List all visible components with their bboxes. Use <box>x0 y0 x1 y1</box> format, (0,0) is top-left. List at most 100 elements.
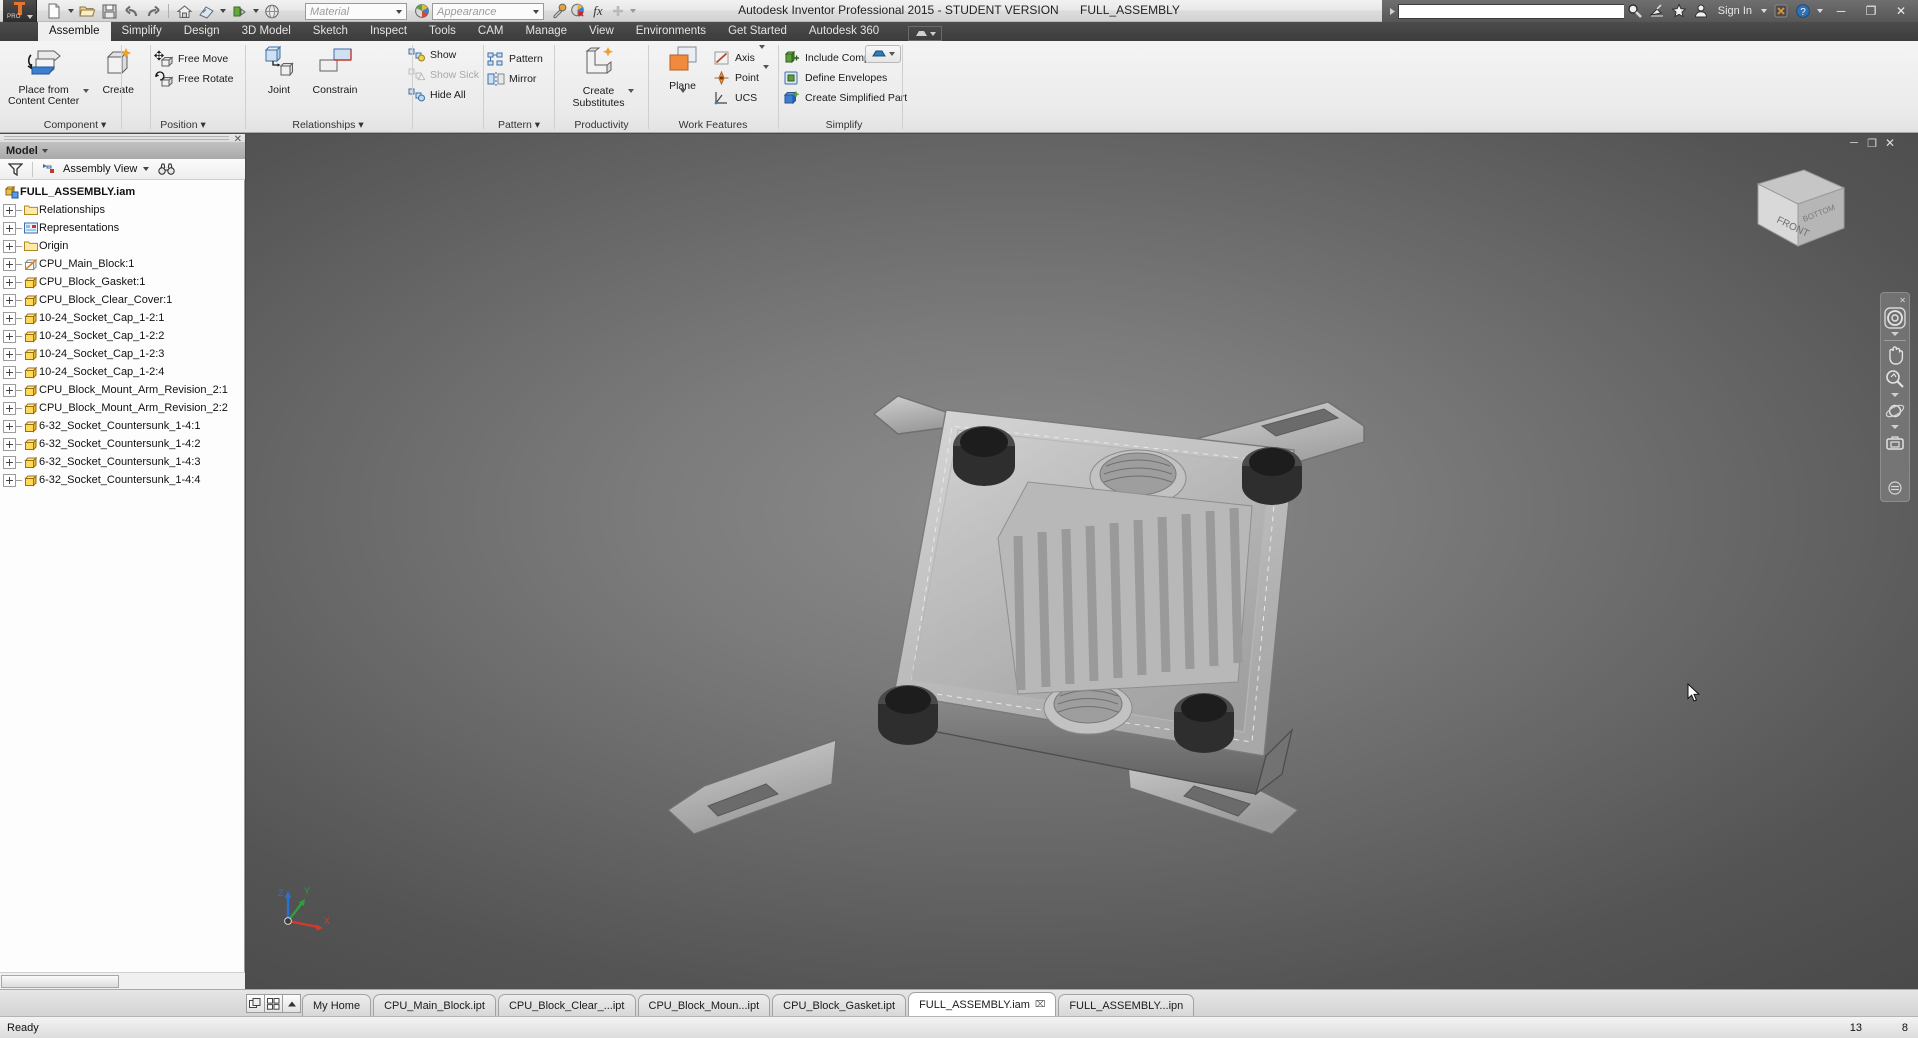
window-minimize-button[interactable]: ─ <box>1826 1 1856 21</box>
grid-windows-icon[interactable] <box>264 994 283 1013</box>
view-cube[interactable]: FRONT BOTTOM <box>1746 162 1856 257</box>
tree-node[interactable]: 6-32_Socket_Countersunk_1-4:2 <box>0 435 245 453</box>
place-from-content-center-button[interactable]: Place from Content Center <box>4 43 83 107</box>
cpu-water-block-model[interactable] <box>246 134 1918 989</box>
look-at-camera-icon[interactable] <box>1882 432 1908 454</box>
doc-tab-full-assembly-iam[interactable]: FULL_ASSEMBLY.iam ⌧ <box>908 992 1056 1016</box>
satellite-dish-icon[interactable] <box>1646 0 1668 22</box>
assembly-view-icon[interactable] <box>39 162 57 176</box>
tab-design[interactable]: Design <box>173 22 231 41</box>
redo-arrow-icon[interactable] <box>143 2 163 20</box>
fx-parameters-icon[interactable]: fx <box>588 2 608 20</box>
material-swatch-icon[interactable] <box>412 2 432 20</box>
ribbon-display-options-button[interactable] <box>908 26 942 41</box>
material-dropdown-icon[interactable] <box>392 4 406 19</box>
tree-expand-icon[interactable] <box>3 330 16 343</box>
application-menu-button[interactable]: PRO <box>3 0 37 22</box>
tree-node[interactable]: 6-32_Socket_Countersunk_1-4:4 <box>0 471 245 489</box>
appearance-clear-icon[interactable] <box>568 2 588 20</box>
panel-title-simplify[interactable]: Simplify <box>780 119 908 133</box>
tree-expand-icon[interactable] <box>3 420 16 433</box>
tree-expand-icon[interactable] <box>3 474 16 487</box>
create-component-button[interactable]: Create <box>91 43 145 96</box>
scroll-up-icon[interactable] <box>282 994 301 1013</box>
new-file-dropdown-icon[interactable] <box>66 2 75 20</box>
folder-open-icon[interactable] <box>77 2 97 20</box>
tab-cam[interactable]: CAM <box>467 22 515 41</box>
appearance-eyedropper-icon[interactable] <box>549 2 569 20</box>
doc-tab-my-home[interactable]: My Home <box>302 994 371 1016</box>
free-move-button[interactable]: Free Move <box>151 49 236 69</box>
tree-node[interactable]: CPU_Block_Gasket:1 <box>0 273 245 291</box>
define-envelopes-button[interactable]: Define Envelopes <box>780 68 910 88</box>
tab-view[interactable]: View <box>578 22 625 41</box>
zoom-magnifier-icon[interactable] <box>1882 368 1908 390</box>
create-substitutes-button[interactable]: Create Substitutes <box>569 43 629 109</box>
point-button[interactable]: Point <box>710 68 772 88</box>
tree-expand-icon[interactable] <box>3 456 16 469</box>
help-icon[interactable]: ? <box>1792 0 1814 22</box>
browser-view-mode[interactable]: Assembly View <box>63 163 137 175</box>
return-icon[interactable] <box>196 2 216 20</box>
scrollbar-thumb[interactable] <box>1 975 119 988</box>
panel-title-pattern[interactable]: Pattern ▾ <box>484 119 554 133</box>
doc-tab-close-icon[interactable]: ⌧ <box>1035 999 1045 1010</box>
panel-title-component[interactable]: Component ▾ <box>0 119 150 133</box>
tree-node[interactable]: 10-24_Socket_Cap_1-2:3 <box>0 345 245 363</box>
tree-expand-icon[interactable] <box>3 438 16 451</box>
material-combo[interactable]: Material <box>305 3 407 20</box>
hide-all-button[interactable]: Hide All <box>405 85 482 105</box>
tree-node[interactable]: 10-24_Socket_Cap_1-2:4 <box>0 363 245 381</box>
tree-node[interactable]: CPU_Block_Clear_Cover:1 <box>0 291 245 309</box>
tree-node[interactable]: 10-24_Socket_Cap_1-2:1 <box>0 309 245 327</box>
doc-tab-cpu-main-block[interactable]: CPU_Main_Block.ipt <box>373 994 496 1016</box>
tree-expand-icon[interactable] <box>3 240 16 253</box>
tab-tools[interactable]: Tools <box>418 22 467 41</box>
window-restore-button[interactable]: ❐ <box>1856 1 1886 21</box>
tab-autodesk-360[interactable]: Autodesk 360 <box>798 22 890 41</box>
navbar-menu-icon[interactable] <box>1882 477 1908 499</box>
doc-tab-cpu-block-mount[interactable]: CPU_Block_Moun...ipt <box>638 994 771 1016</box>
tree-node-root[interactable]: FULL_ASSEMBLY.iam <box>0 183 245 201</box>
tree-node[interactable]: Relationships <box>0 201 245 219</box>
zoom-dropdown-icon[interactable] <box>1891 393 1899 397</box>
window-close-button[interactable]: ✕ <box>1886 1 1916 21</box>
tree-expand-icon[interactable] <box>3 294 16 307</box>
filter-funnel-icon[interactable] <box>4 162 26 176</box>
help-dropdown-icon[interactable] <box>1814 0 1826 22</box>
pattern-button[interactable]: Pattern <box>484 49 546 69</box>
browser-header[interactable]: Model <box>0 143 245 159</box>
autodesk-exchange-icon[interactable] <box>1770 0 1792 22</box>
mirror-button[interactable]: Mirror <box>484 69 546 89</box>
search-icon[interactable] <box>1624 0 1646 22</box>
floppy-disk-icon[interactable] <box>99 2 119 20</box>
browser-view-caret-icon[interactable] <box>143 167 149 171</box>
tab-assemble[interactable]: Assemble <box>38 22 111 41</box>
panel-title-work-features[interactable]: Work Features <box>648 119 778 133</box>
panel-title-relationships[interactable]: Relationships ▾ <box>248 119 408 133</box>
star-icon[interactable] <box>1668 0 1690 22</box>
search-expand-icon[interactable] <box>1386 1 1398 21</box>
ucs-button[interactable]: UCS <box>710 88 772 108</box>
tree-expand-icon[interactable] <box>3 258 16 271</box>
create-simplified-part-button[interactable]: Create Simplified Part <box>780 88 910 108</box>
tree-expand-icon[interactable] <box>3 348 16 361</box>
simplify-overflow-button[interactable] <box>865 45 901 63</box>
binoculars-icon[interactable] <box>155 162 177 176</box>
navbar-close-icon[interactable]: ✕ <box>1899 296 1906 305</box>
appearance-combo[interactable]: Appearance <box>432 3 544 20</box>
orbit-dropdown-icon[interactable] <box>1891 425 1899 429</box>
tree-node[interactable]: Representations <box>0 219 245 237</box>
free-rotate-button[interactable]: Free Rotate <box>151 69 236 89</box>
tree-expand-icon[interactable] <box>3 384 16 397</box>
tree-node[interactable]: 10-24_Socket_Cap_1-2:2 <box>0 327 245 345</box>
doc-tab-cpu-block-gasket[interactable]: CPU_Block_Gasket.ipt <box>772 994 906 1016</box>
home-icon[interactable] <box>174 2 194 20</box>
tree-node[interactable]: CPU_Block_Mount_Arm_Revision_2:2 <box>0 399 245 417</box>
graphics-viewport[interactable]: ─ ❐ ✕ <box>246 134 1918 989</box>
create-substitutes-dropdown-icon[interactable] <box>628 93 634 111</box>
sign-in-dropdown-icon[interactable] <box>1758 0 1770 22</box>
appearance-dropdown-icon[interactable] <box>529 4 543 19</box>
update-dropdown-icon[interactable] <box>251 2 260 20</box>
browser-drag-grip[interactable]: ✕ <box>0 134 245 143</box>
